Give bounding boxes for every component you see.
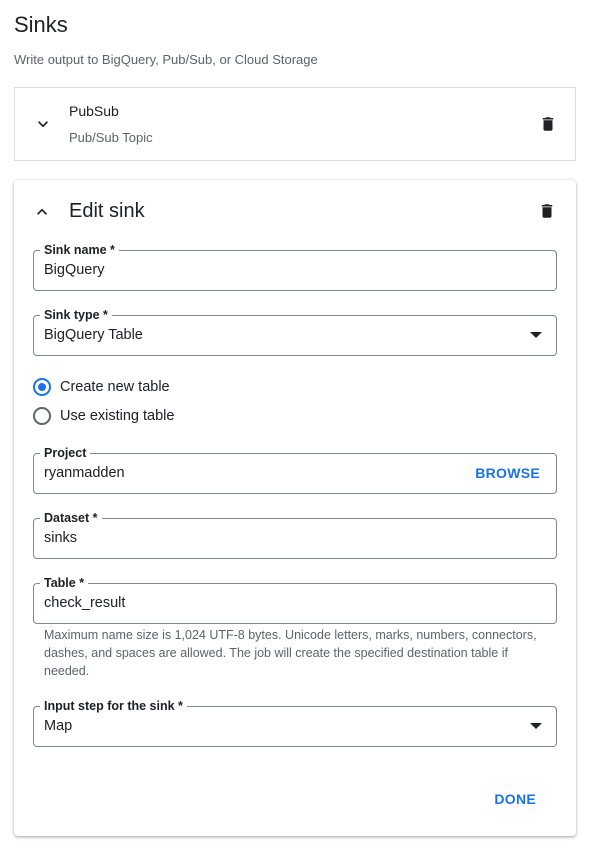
chevron-down-icon[interactable] bbox=[33, 114, 53, 134]
radio-label: Use existing table bbox=[60, 408, 175, 424]
sink-name-label: PubSub bbox=[69, 103, 119, 119]
table-value[interactable]: check_result bbox=[44, 595, 125, 611]
table-field[interactable]: Table * check_result bbox=[33, 575, 557, 624]
delete-icon[interactable] bbox=[539, 115, 557, 133]
input-step-value: Map bbox=[44, 718, 73, 734]
page-subtitle: Write output to BigQuery, Pub/Sub, or Cl… bbox=[14, 52, 318, 67]
dataset-label: Dataset * bbox=[40, 510, 102, 526]
done-button[interactable]: DONE bbox=[494, 791, 536, 807]
sink-type-label: Pub/Sub Topic bbox=[69, 130, 153, 145]
radio-use-existing-table[interactable]: Use existing table bbox=[33, 406, 174, 426]
dropdown-arrow-icon[interactable] bbox=[530, 723, 542, 729]
sink-name-value[interactable]: BigQuery bbox=[44, 262, 104, 278]
delete-icon[interactable] bbox=[538, 202, 556, 220]
radio-unchecked-icon[interactable] bbox=[33, 407, 51, 425]
input-step-label: Input step for the sink * bbox=[40, 698, 187, 714]
project-value[interactable]: ryanmadden bbox=[44, 465, 125, 481]
dropdown-arrow-icon[interactable] bbox=[530, 332, 542, 338]
sink-name-field[interactable]: Sink name * BigQuery bbox=[33, 242, 557, 291]
edit-sink-heading: Edit sink bbox=[69, 200, 145, 222]
table-hint: Maximum name size is 1,024 UTF-8 bytes. … bbox=[44, 628, 537, 678]
sink-card-pubsub[interactable]: PubSub Pub/Sub Topic bbox=[14, 87, 576, 161]
chevron-up-icon[interactable] bbox=[32, 202, 52, 222]
radio-checked-icon[interactable] bbox=[33, 378, 51, 396]
radio-create-new-table[interactable]: Create new table bbox=[33, 377, 170, 397]
dataset-value[interactable]: sinks bbox=[44, 530, 77, 546]
browse-button[interactable]: BROWSE bbox=[475, 465, 540, 481]
radio-label: Create new table bbox=[60, 379, 170, 395]
project-label: Project bbox=[40, 445, 91, 461]
dataset-field[interactable]: Dataset * sinks bbox=[33, 510, 557, 559]
edit-sink-card: Edit sink Sink name * BigQuery Sink type… bbox=[14, 180, 576, 836]
sink-type-value: BigQuery Table bbox=[44, 327, 143, 343]
sink-type-select[interactable]: Sink type * BigQuery Table bbox=[33, 307, 557, 356]
sink-type-label: Sink type * bbox=[40, 307, 112, 323]
project-field[interactable]: Project ryanmadden BROWSE bbox=[33, 445, 557, 494]
input-step-select[interactable]: Input step for the sink * Map bbox=[33, 698, 557, 747]
sink-name-label: Sink name * bbox=[40, 242, 119, 258]
page-title: Sinks bbox=[14, 12, 68, 37]
table-label: Table * bbox=[40, 575, 89, 591]
